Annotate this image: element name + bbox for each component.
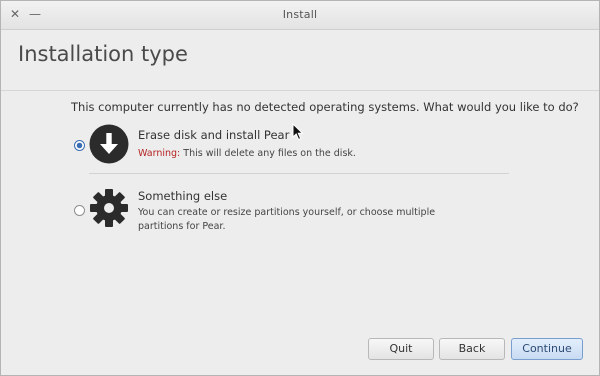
- continue-button[interactable]: Continue: [511, 338, 583, 360]
- option-something-else-desc: You can create or resize partitions your…: [138, 206, 435, 234]
- window-title: Install: [282, 8, 318, 21]
- gear-icon: [90, 189, 128, 227]
- option-something-else-desc-line1: You can create or resize partitions your…: [138, 207, 436, 218]
- installer-window: ✕ — Install Installation type This compu…: [0, 0, 600, 376]
- title-bar[interactable]: ✕ — Install: [1, 1, 599, 30]
- option-erase-desc: Warning: This will delete any files on t…: [138, 147, 356, 161]
- download-arrow-icon: [89, 124, 129, 164]
- radio-something-else[interactable]: [74, 205, 85, 216]
- quit-button[interactable]: Quit: [368, 338, 434, 360]
- back-button[interactable]: Back: [439, 338, 505, 360]
- page-header: Installation type: [1, 30, 599, 91]
- option-separator: [89, 173, 509, 174]
- radio-erase-disk[interactable]: [74, 140, 85, 151]
- option-erase-title: Erase disk and install Pear: [138, 128, 290, 142]
- question-text: This computer currently has no detected …: [71, 100, 579, 114]
- warning-text: This will delete any files on the disk.: [183, 148, 356, 159]
- option-something-else-title: Something else: [138, 189, 228, 203]
- mouse-cursor-icon: [292, 123, 304, 141]
- page-title: Installation type: [18, 42, 188, 66]
- option-something-else-desc-line2: partitions for Pear.: [138, 221, 226, 232]
- warning-label: Warning:: [138, 148, 181, 159]
